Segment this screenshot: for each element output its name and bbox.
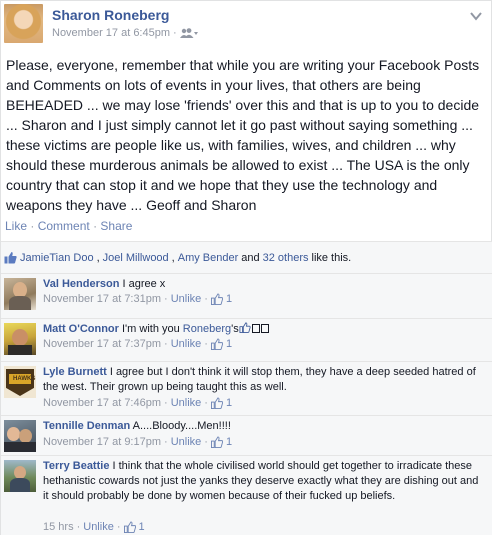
comment-time[interactable]: 15 hrs [43,521,74,533]
commenter-name[interactable]: Lyle Burnett [43,366,107,378]
commenter-name[interactable]: Terry Beattie [43,460,109,472]
commenter-name[interactable]: Tennille Denman [43,420,130,432]
comment-meta: November 17 at 7:31pm · Unlike · 1 [43,293,233,305]
meta-separator: · [173,27,177,39]
missing-glyph-icon [251,324,260,333]
comment-time[interactable]: November 17 at 7:31pm [43,293,161,305]
author-avatar[interactable] [4,4,43,43]
post-timestamp[interactable]: November 17 at 6:45pm [52,27,170,39]
unlike-link[interactable]: Unlike [171,338,202,350]
commenter-avatar[interactable] [4,420,36,452]
thumbs-up-icon [210,397,223,409]
feedback-section: JamieTian Doo, Joel Millwood, Amy Bender… [1,241,492,535]
chevron-down-icon[interactable] [470,11,482,21]
commenter-avatar[interactable] [4,278,36,310]
likes-others-link[interactable]: 32 others [263,252,309,264]
comment-like-count[interactable]: 1 [226,293,232,305]
comment-meta: 15 hrs · Unlike · 1 [43,521,145,533]
unlike-link[interactable]: Unlike [171,397,202,409]
comment-time[interactable]: November 17 at 7:46pm [43,397,161,409]
comment-like-count[interactable]: 1 [226,338,232,350]
comment-time[interactable]: November 17 at 7:37pm [43,338,161,350]
post-author-name[interactable]: Sharon Roneberg [52,7,169,23]
post-actions: Like · Comment · Share [5,219,133,233]
comment-like-count[interactable]: 1 [226,436,232,448]
commenter-name[interactable]: Matt O'Connor [43,323,119,335]
comment-meta: November 17 at 7:37pm · Unlike · 1 [43,338,233,350]
thumbs-up-icon [123,521,136,533]
missing-glyph-icon [260,324,269,333]
commenter-avatar[interactable]: HAWKS [4,366,36,398]
thumbs-up-icon [210,293,223,305]
comment-item: Val Henderson I agree x November 17 at 7… [1,273,492,315]
comment-meta: November 17 at 7:46pm · Unlike · 1 [43,397,233,409]
comment-item: Tennille Denman A....Bloody....Men!!!! N… [1,415,492,455]
comment-text: I'm with you [122,323,180,335]
team-logo-text: HAWKS [13,376,36,382]
comment-action[interactable]: Comment [38,219,90,233]
unlike-link[interactable]: Unlike [83,521,114,533]
post-body: Please, everyone, remember that while yo… [6,57,480,213]
liker-name[interactable]: JamieTian Doo [20,252,94,264]
thumbs-up-icon [239,322,251,333]
thumbs-up-icon [210,436,223,448]
facebook-post: Sharon Roneberg November 17 at 6:45pm · … [0,0,492,535]
comment-like-count[interactable]: 1 [139,521,145,533]
thumbs-up-icon [4,252,17,264]
liker-name[interactable]: Joel Millwood [103,252,169,264]
comment-item: HAWKS Lyle Burnett I agree but I don't t… [1,361,492,413]
mention-link[interactable]: Roneberg [183,323,231,335]
comment-item: Terry Beattie I think that the whole civ… [1,455,492,535]
comment-time[interactable]: November 17 at 9:17pm [43,436,161,448]
unlike-link[interactable]: Unlike [171,293,202,305]
friends-icon[interactable] [179,28,198,38]
likes-summary: JamieTian Doo, Joel Millwood, Amy Bender… [4,251,351,264]
commenter-name[interactable]: Val Henderson [43,278,119,290]
unlike-link[interactable]: Unlike [171,436,202,448]
comment-text: A....Bloody....Men!!!! [132,420,231,432]
comment-item: Matt O'Connor I'm with you Roneberg's No… [1,318,492,360]
comment-meta: November 17 at 9:17pm · Unlike · 1 [43,436,233,448]
commenter-avatar[interactable] [4,323,36,355]
like-action[interactable]: Like [5,219,27,233]
comment-text: I agree but I don't think it will stop t… [43,366,476,393]
commenter-avatar[interactable] [4,460,36,492]
share-action[interactable]: Share [100,219,132,233]
comment-text: I agree x [122,278,166,290]
thumbs-up-icon [210,338,223,350]
comment-text: I think that the whole civilised world s… [43,460,479,502]
comment-like-count[interactable]: 1 [226,397,232,409]
liker-name[interactable]: Amy Bender [178,252,239,264]
post-meta: November 17 at 6:45pm · [52,27,198,39]
